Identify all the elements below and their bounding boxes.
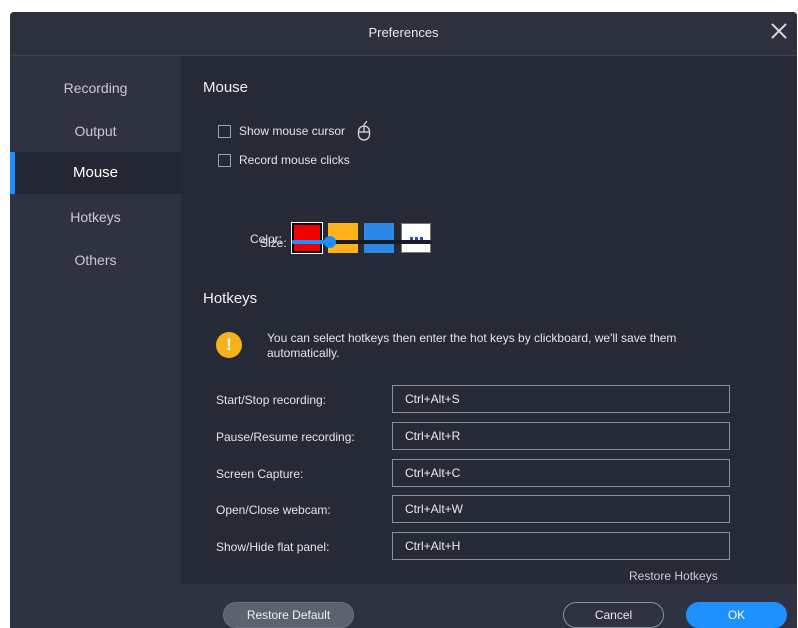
sidebar-item-others[interactable]: Others bbox=[10, 239, 181, 281]
color-swatch-blue[interactable] bbox=[364, 223, 394, 253]
hotkey-label-screen-capture: Screen Capture: bbox=[216, 467, 304, 481]
more-colors-button[interactable] bbox=[401, 223, 431, 253]
show-cursor-checkbox[interactable] bbox=[218, 124, 231, 138]
hotkey-input-webcam[interactable] bbox=[392, 495, 730, 523]
mouse-section-title: Mouse bbox=[203, 79, 249, 96]
hotkey-input-pause-resume[interactable] bbox=[392, 422, 730, 450]
sidebar-item-mouse[interactable]: Mouse bbox=[10, 152, 181, 194]
dialog-footer: Restore Default Cancel OK bbox=[10, 584, 797, 628]
preferences-dialog: Preferences Recording Output Mouse Hotke… bbox=[10, 12, 797, 628]
record-clicks-label: Record mouse clicks bbox=[239, 153, 350, 167]
hotkey-label-start-stop: Start/Stop recording: bbox=[216, 393, 327, 407]
size-slider[interactable] bbox=[292, 236, 432, 248]
hotkey-input-start-stop[interactable] bbox=[392, 385, 730, 413]
hotkey-label-pause-resume: Pause/Resume recording: bbox=[216, 430, 355, 444]
hotkeys-section-title: Hotkeys bbox=[203, 290, 258, 307]
sidebar: Recording Output Mouse Hotkeys Others bbox=[10, 56, 181, 584]
hotkey-input-flat-panel[interactable] bbox=[392, 532, 730, 560]
title-bar: Preferences bbox=[10, 12, 797, 56]
record-clicks-option[interactable]: Record mouse clicks bbox=[218, 153, 350, 167]
restore-default-button[interactable]: Restore Default bbox=[223, 602, 354, 628]
hotkeys-info-text: You can select hotkeys then enter the ho… bbox=[267, 331, 677, 360]
hotkey-label-webcam: Open/Close webcam: bbox=[216, 503, 331, 517]
settings-panel: Mouse Show mouse cursor Record mouse cli… bbox=[181, 56, 797, 584]
hotkey-label-flat-panel: Show/Hide flat panel: bbox=[216, 540, 330, 554]
color-swatch-red[interactable] bbox=[291, 222, 323, 254]
show-cursor-label: Show mouse cursor bbox=[239, 124, 346, 138]
sidebar-item-hotkeys[interactable]: Hotkeys bbox=[10, 196, 181, 238]
sidebar-item-output[interactable]: Output bbox=[10, 110, 181, 152]
size-label: Size: bbox=[260, 236, 287, 250]
warning-icon: ! bbox=[216, 332, 242, 358]
ok-button[interactable]: OK bbox=[686, 602, 787, 628]
dialog-title: Preferences bbox=[368, 25, 439, 40]
restore-hotkeys-link[interactable]: Restore Hotkeys bbox=[629, 569, 718, 583]
sidebar-item-recording[interactable]: Recording bbox=[10, 67, 181, 109]
mouse-icon bbox=[357, 121, 371, 141]
close-icon[interactable] bbox=[765, 18, 793, 46]
size-slider-handle[interactable] bbox=[323, 236, 336, 248]
hotkey-input-screen-capture[interactable] bbox=[392, 459, 730, 487]
record-clicks-checkbox[interactable] bbox=[218, 153, 231, 167]
show-cursor-option[interactable]: Show mouse cursor bbox=[218, 121, 371, 141]
cancel-button[interactable]: Cancel bbox=[563, 602, 664, 628]
